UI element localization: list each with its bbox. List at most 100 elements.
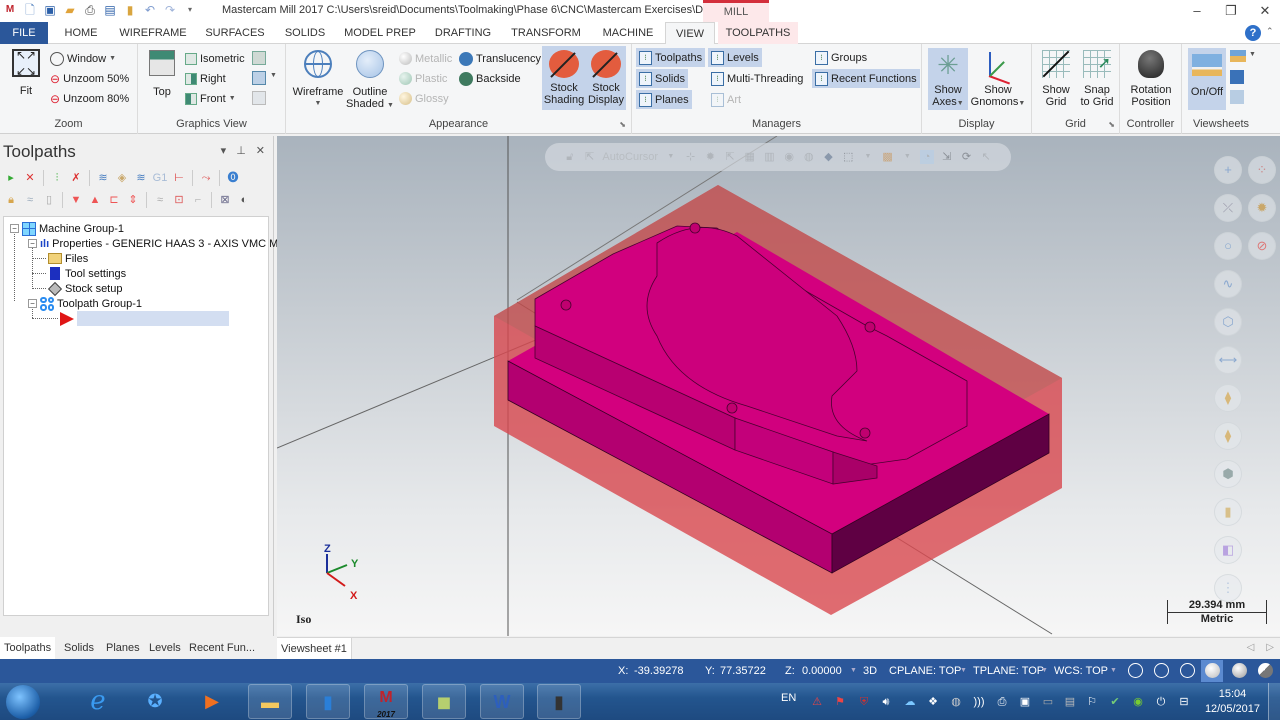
tab-solids[interactable]: SOLIDS bbox=[278, 22, 332, 44]
viewsheets-onoff-button[interactable]: On/Off bbox=[1188, 48, 1226, 110]
chevron-down-icon[interactable]: ▼ bbox=[960, 667, 967, 674]
close-button[interactable]: ✕ bbox=[1250, 3, 1280, 19]
appearance-dialog-launcher-icon[interactable]: ⬊ bbox=[619, 120, 626, 129]
cloud-icon[interactable]: ☁ bbox=[902, 694, 918, 710]
select-face-icon[interactable]: ◉ bbox=[782, 150, 796, 164]
internet-explorer-icon[interactable]: e bbox=[76, 684, 120, 719]
groups-manager-button[interactable]: ⁝ Groups bbox=[812, 48, 870, 67]
system-clock[interactable]: 15:04 12/05/2017 bbox=[1205, 687, 1260, 717]
select-blocks-icon[interactable]: ▮ bbox=[1214, 498, 1242, 526]
show-axes-button[interactable]: ✳ Show Axes▼ bbox=[928, 48, 968, 110]
selection-mode-icon[interactable]: ▩ bbox=[881, 150, 895, 164]
tree-node-tool-settings[interactable]: Tool settings bbox=[48, 266, 126, 281]
tree-node-machine-group[interactable]: − Machine Group-1 bbox=[10, 221, 124, 236]
help-icon[interactable]: ? bbox=[1245, 25, 1261, 41]
panel-tab-toolpaths[interactable]: Toolpaths bbox=[0, 637, 56, 659]
open-folder-icon[interactable]: ▰ bbox=[62, 2, 78, 18]
chevron-down-icon[interactable]: ▼ bbox=[1249, 51, 1256, 58]
file-explorer-icon[interactable]: ▬ bbox=[248, 684, 292, 719]
collapse-icon[interactable]: − bbox=[10, 224, 19, 233]
wireless-icon[interactable]: ))) bbox=[971, 694, 987, 710]
stock-shading-button[interactable]: Stock Shading bbox=[542, 46, 586, 110]
add-icon[interactable]: + bbox=[1214, 156, 1242, 184]
select-surfaces-icon[interactable]: ⧫ bbox=[1214, 384, 1242, 412]
shaded-outline-mode-icon[interactable] bbox=[1232, 663, 1247, 678]
tree-node-toolpath-group[interactable]: − Toolpath Group-1 bbox=[28, 296, 142, 311]
select-tool-icon[interactable]: ⊡ bbox=[171, 192, 187, 208]
art-manager-button[interactable]: ⁝ Art bbox=[708, 90, 744, 109]
collapse-ribbon-icon[interactable]: ⌃ bbox=[1266, 26, 1274, 37]
select-surfaces-alt-icon[interactable]: ⧫ bbox=[1214, 422, 1242, 450]
save-view-icon[interactable] bbox=[252, 91, 266, 105]
undo-icon[interactable]: ↶ bbox=[142, 2, 158, 18]
z-coordinate-value[interactable]: 0.00000 bbox=[802, 665, 842, 677]
tab-surfaces[interactable]: SURFACES bbox=[202, 22, 268, 44]
insert-after-icon[interactable]: ⊏ bbox=[106, 192, 122, 208]
high-speed-backplot-icon[interactable]: ⊢ bbox=[171, 170, 187, 186]
planes-manager-button[interactable]: ⁝ Planes bbox=[636, 90, 692, 109]
outline-mode-icon[interactable] bbox=[1180, 663, 1195, 678]
chevron-down-icon[interactable]: ▼ bbox=[664, 150, 678, 164]
action-center-flag-icon[interactable]: ⚐ bbox=[1084, 694, 1100, 710]
panel-close-icon[interactable]: ✕ bbox=[256, 144, 265, 157]
chevron-down-icon[interactable]: ▼ bbox=[850, 667, 857, 674]
snap-to-grid-button[interactable]: ➚ Snap to Grid bbox=[1076, 50, 1118, 108]
network-alert-icon[interactable]: ⚠ bbox=[809, 694, 825, 710]
unzoom-80-button[interactable]: ⊖ Unzoom 80% bbox=[47, 89, 132, 108]
cplane-selector[interactable]: CPLANE: TOP bbox=[889, 665, 961, 677]
wireframe-button[interactable]: Wireframe ▼ bbox=[292, 50, 344, 110]
named-views-icon[interactable] bbox=[252, 71, 266, 85]
select-solid-icon[interactable]: ▥ bbox=[763, 150, 777, 164]
move-up-icon[interactable]: ▲ bbox=[87, 192, 103, 208]
start-button[interactable] bbox=[6, 685, 40, 719]
recent-functions-manager-button[interactable]: ⁝ Recent Functions bbox=[812, 69, 920, 88]
window-select-icon[interactable]: ⬚ bbox=[841, 150, 855, 164]
select-solids-icon[interactable]: ⬡ bbox=[1214, 308, 1242, 336]
select-splines-icon[interactable]: ∿ bbox=[1214, 270, 1242, 298]
select-toolpath-icon[interactable]: ≈ bbox=[152, 192, 168, 208]
select-points-icon[interactable]: ⤫ bbox=[1214, 194, 1242, 222]
show-desktop-button[interactable] bbox=[1268, 683, 1280, 720]
delete-generated-icon[interactable]: ⤳ bbox=[198, 170, 214, 186]
machine-settings-icon[interactable]: ⊠ bbox=[217, 192, 233, 208]
tab-drafting[interactable]: DRAFTING bbox=[430, 22, 496, 44]
tree-node-insert-point[interactable] bbox=[60, 311, 229, 326]
wcs-selector[interactable]: WCS: TOP bbox=[1054, 665, 1108, 677]
configure-icon[interactable]: ◐ bbox=[236, 192, 252, 208]
levels-manager-button[interactable]: ⁝ Levels bbox=[708, 48, 762, 67]
word-icon[interactable]: W bbox=[480, 684, 524, 719]
minimize-button[interactable]: ‒ bbox=[1182, 3, 1212, 18]
regenerate-operations-icon[interactable]: ⫶ bbox=[49, 170, 65, 186]
clear-selection-icon[interactable]: ⟳ bbox=[960, 150, 974, 164]
mastercam-taskbar-icon[interactable]: M 2017 bbox=[364, 684, 408, 719]
network-icon[interactable]: ⊟ bbox=[1176, 694, 1192, 710]
merge-icon[interactable]: ▮ bbox=[122, 2, 138, 18]
select-layers-icon[interactable]: ◧ bbox=[1214, 536, 1242, 564]
language-indicator[interactable]: EN bbox=[781, 692, 796, 704]
grid-dialog-launcher-icon[interactable]: ⬊ bbox=[1108, 120, 1115, 129]
select-body-icon[interactable]: ◍ bbox=[802, 150, 816, 164]
glossy-button[interactable]: Glossy bbox=[396, 89, 452, 108]
redo-icon[interactable]: ↷ bbox=[162, 2, 178, 18]
select-all-icon[interactable]: ⁘ bbox=[1248, 156, 1276, 184]
select-all-operations-icon[interactable]: ▸ bbox=[3, 170, 19, 186]
3d-mode-toggle[interactable]: 3D bbox=[863, 665, 877, 677]
tab-file[interactable]: FILE bbox=[0, 22, 48, 44]
tab-machine[interactable]: MACHINE bbox=[596, 22, 660, 44]
hidden-line-mode-icon[interactable] bbox=[1154, 663, 1169, 678]
green-app-icon[interactable]: ◼ bbox=[422, 684, 466, 719]
shaded-mode-icon[interactable] bbox=[1205, 663, 1220, 678]
panel-tab-solids[interactable]: Solids bbox=[60, 637, 98, 659]
tree-node-files[interactable]: Files bbox=[48, 251, 88, 266]
wireframe-mode-icon[interactable] bbox=[1128, 663, 1143, 678]
stock-display-button[interactable]: Stock Display bbox=[586, 46, 626, 110]
multithreading-manager-button[interactable]: ⁝ Multi-Threading bbox=[708, 69, 806, 88]
fast-point-icon[interactable]: ⊹ bbox=[684, 150, 698, 164]
regenerate-dirty-icon[interactable]: ✗ bbox=[68, 170, 84, 186]
dropbox-icon[interactable]: ❖ bbox=[925, 694, 941, 710]
fit-button[interactable]: ↖ ↗ ↙ ↘ Fit bbox=[8, 49, 44, 97]
select-dimensions-icon[interactable]: ⟷ bbox=[1214, 346, 1242, 374]
bookmark-viewsheet-icon[interactable] bbox=[1230, 70, 1244, 84]
save-icon[interactable]: ▣ bbox=[42, 2, 58, 18]
viewsheet-tab[interactable]: Viewsheet #1 bbox=[277, 638, 352, 660]
